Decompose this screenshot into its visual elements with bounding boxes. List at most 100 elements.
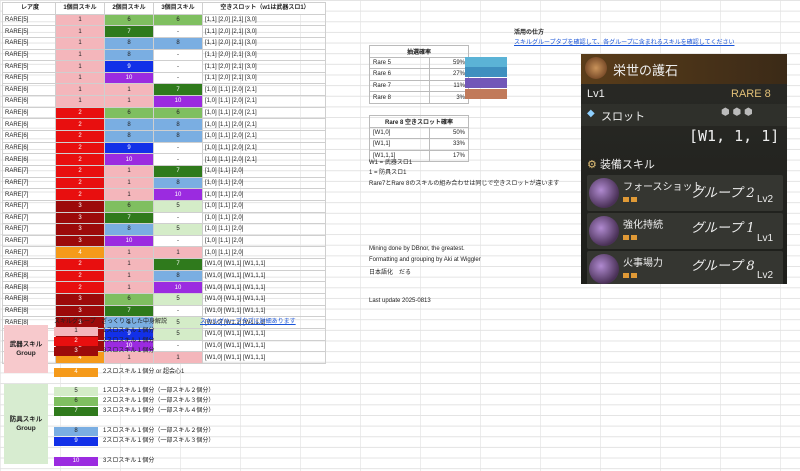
rarity-cell[interactable]: RARE[8]: [2, 304, 56, 318]
lottery-rare[interactable]: Rare 6: [368, 68, 431, 81]
skill-1-cell[interactable]: 2: [55, 141, 105, 155]
skill-1-cell[interactable]: 1: [55, 36, 105, 50]
skill-3-cell[interactable]: -: [153, 153, 203, 166]
skill-1-cell[interactable]: 2: [55, 281, 105, 295]
skill-3-cell[interactable]: 5: [153, 199, 203, 213]
skill-3-cell[interactable]: -: [153, 25, 203, 38]
skill-2-cell[interactable]: 7: [104, 25, 154, 38]
rarity-cell[interactable]: RARE[6]: [2, 95, 56, 108]
equipped-skill-row[interactable]: 火事場力 グループ 8 Lv2: [587, 251, 783, 284]
rarity-cell[interactable]: RARE[6]: [2, 141, 56, 155]
rarity-cell[interactable]: RARE[8]: [2, 293, 56, 306]
legend-detail-link[interactable]: スキルグループタブに詳細あります: [200, 316, 296, 325]
skill-2-cell[interactable]: 8: [104, 48, 154, 62]
equipped-skill-row[interactable]: 強化持続 グループ 1 Lv1: [587, 213, 783, 249]
free-slot-cell[interactable]: [1,1] [2,0] [2,1] [3,0]: [202, 25, 326, 38]
skill-1-cell[interactable]: 3: [55, 293, 105, 306]
free-slot-cell[interactable]: [1,1] [2,0] [2,1] [3,0]: [202, 60, 326, 73]
skill-1-cell[interactable]: 3: [55, 199, 105, 213]
free-slot-cell[interactable]: [1,0] [1,1] [2,0] [2,1]: [202, 153, 326, 166]
equipped-skill-row[interactable]: フォースショット グループ 2 Lv2: [587, 175, 783, 211]
skill-3-cell[interactable]: 5: [153, 327, 203, 341]
header-rarity[interactable]: レア度: [2, 2, 56, 15]
free-slot-cell[interactable]: [1,0] [1,1] [2,0]: [202, 234, 326, 248]
skill-3-cell[interactable]: 6: [153, 13, 203, 27]
skill-3-cell[interactable]: 8: [153, 36, 203, 50]
rarity-cell[interactable]: RARE[7]: [2, 188, 56, 201]
skill-1-cell[interactable]: 4: [55, 246, 105, 260]
skill-2-cell[interactable]: 1: [104, 176, 154, 190]
free-slot-cell[interactable]: [1,0] [1,1] [2,0]: [202, 199, 326, 213]
free-slot-cell[interactable]: [1,1] [2,0] [2,1] [3,0]: [202, 71, 326, 85]
usage-link[interactable]: スキルグループタブを確認して、各グループに含まれるスキルを確認してください: [514, 37, 734, 46]
slot-prob-pct[interactable]: 17%: [429, 149, 469, 163]
skill-2-cell[interactable]: 9: [104, 141, 154, 155]
skill-2-cell[interactable]: 6: [104, 106, 154, 120]
skill-3-cell[interactable]: 6: [153, 106, 203, 120]
skill-3-cell[interactable]: 5: [153, 223, 203, 236]
lottery-pct[interactable]: 27%: [429, 68, 469, 81]
free-slot-cell[interactable]: [1,0] [1,1] [2,0]: [202, 223, 326, 236]
lottery-pct[interactable]: 11%: [429, 79, 469, 93]
free-slot-cell[interactable]: [1,0] [1,1] [2,0]: [202, 188, 326, 201]
skill-3-cell[interactable]: 8: [153, 130, 203, 143]
skill-1-cell[interactable]: 3: [55, 234, 105, 248]
skill-1-cell[interactable]: 1: [55, 83, 105, 97]
free-slot-cell[interactable]: [1,1] [2,0] [2,1] [3,0]: [202, 36, 326, 50]
free-slot-cell[interactable]: [W1,0] [W1,1] [W1,1,1]: [202, 281, 326, 295]
slot-prob-pct[interactable]: 33%: [429, 138, 469, 151]
free-slot-cell[interactable]: [1,0] [1,1] [2,0] [2,1]: [202, 83, 326, 97]
skill-2-cell[interactable]: 1: [104, 269, 154, 283]
skill-3-cell[interactable]: 5: [153, 293, 203, 306]
skill-2-cell[interactable]: 10: [104, 153, 154, 166]
skill-2-cell[interactable]: 7: [104, 211, 154, 225]
skill-2-cell[interactable]: 6: [104, 293, 154, 306]
free-slot-cell[interactable]: [1,0] [1,1] [2,0]: [202, 164, 326, 178]
slot-prob-label[interactable]: [W1,0]: [368, 126, 431, 140]
skill-3-cell[interactable]: 8: [153, 118, 203, 132]
skill-1-cell[interactable]: 2: [55, 118, 105, 132]
rarity-cell[interactable]: RARE[7]: [2, 176, 56, 190]
header-free-slots[interactable]: 空きスロット（w1は武器スロ1）: [202, 2, 326, 15]
skill-2-cell[interactable]: 1: [104, 246, 154, 260]
rarity-cell[interactable]: RARE[5]: [2, 36, 56, 50]
rarity-cell[interactable]: RARE[7]: [2, 211, 56, 225]
skill-2-cell[interactable]: 1: [104, 188, 154, 201]
rarity-cell[interactable]: RARE[8]: [2, 258, 56, 271]
skill-3-cell[interactable]: 10: [153, 95, 203, 108]
skill-3-cell[interactable]: 7: [153, 83, 203, 97]
free-slot-cell[interactable]: [1,0] [1,1] [2,0] [2,1]: [202, 141, 326, 155]
skill-2-cell[interactable]: 8: [104, 223, 154, 236]
rarity-cell[interactable]: RARE[5]: [2, 48, 56, 62]
lottery-pct[interactable]: 3%: [429, 91, 469, 104]
header-skill-2[interactable]: 2個目スキル: [104, 2, 154, 15]
free-slot-cell[interactable]: [1,0] [1,1] [2,0]: [202, 246, 326, 260]
skill-1-cell[interactable]: 2: [55, 164, 105, 178]
skill-1-cell[interactable]: 1: [55, 48, 105, 62]
skill-2-cell[interactable]: 1: [104, 281, 154, 295]
skill-3-cell[interactable]: -: [153, 60, 203, 73]
rarity-cell[interactable]: RARE[5]: [2, 25, 56, 38]
skill-2-cell[interactable]: 8: [104, 36, 154, 50]
skill-3-cell[interactable]: -: [153, 48, 203, 62]
skill-2-cell[interactable]: 9: [104, 60, 154, 73]
free-slot-cell[interactable]: [W1,0] [W1,1] [W1,1,1]: [202, 269, 326, 283]
skill-2-cell[interactable]: 6: [104, 199, 154, 213]
skill-3-cell[interactable]: 7: [153, 164, 203, 178]
skill-3-cell[interactable]: 7: [153, 258, 203, 271]
skill-2-cell[interactable]: 8: [104, 130, 154, 143]
free-slot-cell[interactable]: [W1,0] [W1,1] [W1,1,1]: [202, 293, 326, 306]
rarity-cell[interactable]: RARE[6]: [2, 153, 56, 166]
skill-2-cell[interactable]: 10: [104, 234, 154, 248]
lottery-rare[interactable]: Rare 7: [368, 79, 431, 93]
free-slot-cell[interactable]: [1,0] [1,1] [2,0] [2,1]: [202, 95, 326, 108]
free-slot-cell[interactable]: [1,0] [1,1] [2,0] [2,1]: [202, 130, 326, 143]
free-slot-cell[interactable]: [1,0] [1,1] [2,0] [2,1]: [202, 106, 326, 120]
skill-3-cell[interactable]: 10: [153, 188, 203, 201]
rarity-cell[interactable]: RARE[7]: [2, 199, 56, 213]
skill-3-cell[interactable]: -: [153, 234, 203, 248]
lottery-rare[interactable]: Rare 5: [368, 56, 431, 70]
skill-2-cell[interactable]: 1: [104, 164, 154, 178]
rarity-cell[interactable]: RARE[7]: [2, 223, 56, 236]
skill-3-cell[interactable]: -: [153, 141, 203, 155]
